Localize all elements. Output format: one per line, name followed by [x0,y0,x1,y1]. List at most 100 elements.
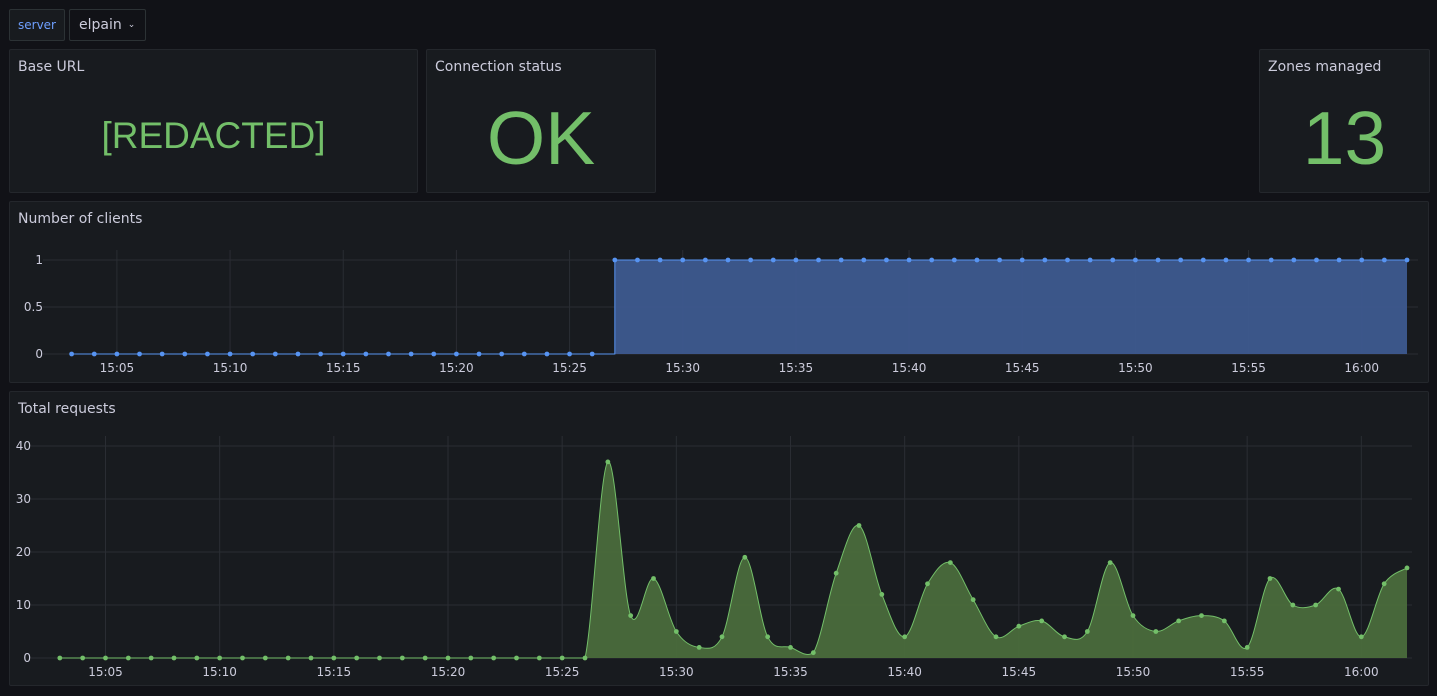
data-point [628,613,634,618]
data-point [567,351,572,357]
server-variable-label: server [9,9,65,41]
data-point [1381,257,1387,263]
data-point [929,257,935,263]
data-point [57,655,63,661]
y-tick-label: 1 [35,253,43,267]
connection-status-value: OK [486,96,596,180]
data-point [1178,257,1184,263]
data-point [514,655,519,661]
zones-managed-panel[interactable]: Zones managed 13 [1259,49,1430,193]
data-point [1087,257,1093,263]
data-point [1223,257,1229,263]
x-tick-label: 16:00 [1344,665,1379,679]
x-tick-label: 15:20 [439,361,474,375]
data-point [589,351,595,357]
x-tick-label: 15:25 [552,361,587,375]
data-point [833,570,839,576]
zones-managed-value: 13 [1302,96,1387,180]
data-point [974,257,980,263]
y-tick-label: 20 [16,545,31,559]
x-tick-label: 15:55 [1230,665,1265,679]
data-point [386,351,391,357]
x-tick-label: 15:10 [213,361,248,375]
data-point [559,655,565,661]
data-point [838,257,844,263]
data-point [1336,586,1341,592]
data-point [521,351,527,357]
data-point [250,351,256,357]
x-tick-label: 15:15 [326,361,361,375]
data-point [1199,613,1204,618]
x-tick-label: 15:40 [892,361,927,375]
data-point [1359,257,1365,263]
base-url-value: [REDACTED] [101,115,326,156]
requests-panel[interactable]: Total requests 0 10 20 30 40 15:05 15:10 15:15 1… [9,391,1429,686]
data-point [408,351,414,357]
data-point [1336,257,1342,263]
data-point [1314,257,1319,263]
data-point [1291,257,1297,263]
data-point [1268,257,1274,263]
data-point [125,655,131,661]
data-point [605,459,611,465]
data-point [793,257,799,263]
data-point [696,645,702,650]
data-point [970,597,976,603]
data-point [103,655,108,661]
data-point [445,655,451,661]
data-point [1155,257,1161,263]
x-tick-label: 16:00 [1344,361,1379,375]
data-point [1358,634,1364,640]
x-tick-label: 15:50 [1118,361,1153,375]
data-point [951,257,957,263]
data-point [1016,623,1022,629]
x-tick-label: 15:20 [431,665,466,679]
data-point [69,351,75,357]
data-point [137,351,142,357]
data-point [80,655,86,661]
data-point [308,655,314,661]
requests-chart: 0 10 20 30 40 15:05 15:10 15:15 15:20 15:25 15:30 1… [16,436,1412,679]
clients-panel[interactable]: Number of clients 0 0.5 1 15:05 15:10 15:15 15… [9,201,1429,383]
data-point [114,351,120,357]
data-point [612,257,618,263]
data-point [993,634,999,640]
x-tick-label: 15:05 [100,361,135,375]
data-point [765,634,771,640]
data-point [742,554,748,560]
x-tick-label: 15:40 [887,665,922,679]
data-point [1200,257,1206,263]
data-point [536,655,542,661]
data-point [997,257,1002,263]
data-point [491,655,497,661]
data-point [810,650,816,656]
variable-bar: server elpain ⌄ [9,9,147,41]
data-point [925,581,930,587]
data-point [182,351,188,357]
panel-title: Zones managed [1268,59,1382,75]
clients-chart: 0 0.5 1 15:05 15:10 15:15 15:20 15:25 15:30 15:35… [24,250,1418,375]
x-tick-label: 15:15 [317,665,352,679]
base-url-panel[interactable]: Base URL [REDACTED] [9,49,418,193]
data-point [673,629,679,634]
x-tick-label: 15:35 [773,665,808,679]
connection-status-panel[interactable]: Connection status OK [426,49,656,193]
series-area-fill [59,461,1407,658]
data-point [499,351,505,357]
server-variable-value: elpain [79,17,122,33]
data-point [295,351,301,357]
y-tick-label: 0 [35,347,43,361]
data-point [1176,618,1182,624]
data-point [1244,645,1250,650]
data-point [1267,576,1273,581]
data-point [1404,565,1410,571]
data-point [657,257,663,263]
server-variable-select[interactable]: elpain ⌄ [69,9,147,41]
data-point [159,351,165,357]
data-point [272,351,278,357]
data-point [1404,257,1410,263]
data-point [363,351,369,357]
data-point [431,351,437,357]
data-point [861,257,867,263]
data-point [285,655,291,661]
